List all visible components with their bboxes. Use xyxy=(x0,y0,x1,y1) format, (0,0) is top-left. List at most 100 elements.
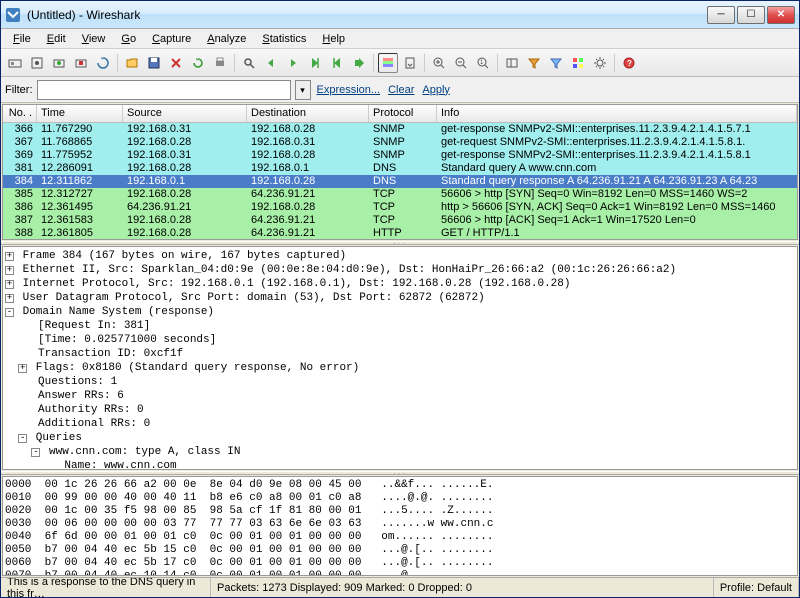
filter-dropdown-icon[interactable]: ▾ xyxy=(295,80,311,100)
splitter-2[interactable] xyxy=(1,471,799,475)
restart-capture-icon[interactable] xyxy=(93,53,113,73)
tree-node[interactable]: Transaction ID: 0xcf1f xyxy=(5,347,795,361)
packet-bytes[interactable]: 0000 00 1c 26 26 66 a2 00 0e 8e 04 d0 9e… xyxy=(2,476,798,576)
tree-node[interactable]: Additional RRs: 0 xyxy=(5,417,795,431)
tree-toggle-icon[interactable]: + xyxy=(5,280,14,289)
stop-capture-icon[interactable] xyxy=(71,53,91,73)
packet-row[interactable]: 38712.361583192.168.0.2864.236.91.21TCP5… xyxy=(3,214,797,227)
tree-node[interactable]: + User Datagram Protocol, Src Port: doma… xyxy=(5,291,795,305)
tree-node[interactable]: Questions: 1 xyxy=(5,375,795,389)
go-forward-icon[interactable] xyxy=(283,53,303,73)
colorize-icon[interactable] xyxy=(378,53,398,73)
zoom-out-icon[interactable] xyxy=(451,53,471,73)
packet-row[interactable]: 38512.312727192.168.0.2864.236.91.21TCP5… xyxy=(3,188,797,201)
menu-analyze[interactable]: Analyze xyxy=(199,31,254,47)
toolbar: 1 ? xyxy=(1,49,799,77)
expression-button[interactable]: Expression... xyxy=(315,84,383,96)
filter-label: Filter: xyxy=(5,84,33,96)
tree-node[interactable]: Authority RRs: 0 xyxy=(5,403,795,417)
tree-toggle-icon[interactable]: - xyxy=(5,308,14,317)
col-time[interactable]: Time xyxy=(37,105,123,122)
tree-node[interactable]: [Request In: 381] xyxy=(5,319,795,333)
reload-icon[interactable] xyxy=(188,53,208,73)
tree-toggle-icon[interactable]: + xyxy=(5,252,14,261)
start-capture-icon[interactable] xyxy=(49,53,69,73)
col-info[interactable]: Info xyxy=(437,105,797,122)
window-title: (Untitled) - Wireshark xyxy=(27,8,707,22)
svg-text:?: ? xyxy=(627,59,632,68)
tree-node[interactable]: + Frame 384 (167 bytes on wire, 167 byte… xyxy=(5,249,795,263)
tree-toggle-icon[interactable]: - xyxy=(31,448,40,457)
options-icon[interactable] xyxy=(27,53,47,73)
tree-node[interactable]: Answer RRs: 6 xyxy=(5,389,795,403)
menu-statistics[interactable]: Statistics xyxy=(254,31,314,47)
col-destination[interactable]: Destination xyxy=(247,105,369,122)
maximize-button[interactable]: ☐ xyxy=(737,6,765,24)
app-icon xyxy=(5,7,21,23)
packet-list-header[interactable]: No. . Time Source Destination Protocol I… xyxy=(3,105,797,123)
packet-details[interactable]: + Frame 384 (167 bytes on wire, 167 byte… xyxy=(2,246,798,470)
print-icon[interactable] xyxy=(210,53,230,73)
packet-row[interactable]: 36911.775952192.168.0.31192.168.0.28SNMP… xyxy=(3,149,797,162)
packet-list[interactable]: No. . Time Source Destination Protocol I… xyxy=(2,104,798,240)
zoom-reset-icon[interactable]: 1 xyxy=(473,53,493,73)
packet-row[interactable]: 36711.768865192.168.0.28192.168.0.31SNMP… xyxy=(3,136,797,149)
splitter-1[interactable] xyxy=(1,241,799,245)
col-protocol[interactable]: Protocol xyxy=(369,105,437,122)
col-source[interactable]: Source xyxy=(123,105,247,122)
tree-node[interactable]: + Flags: 0x8180 (Standard query response… xyxy=(5,361,795,375)
find-icon[interactable] xyxy=(239,53,259,73)
col-no[interactable]: No. . xyxy=(3,105,37,122)
app-window: (Untitled) - Wireshark ─ ☐ ✕ File Edit V… xyxy=(0,0,800,598)
capture-filters-icon[interactable] xyxy=(524,53,544,73)
save-icon[interactable] xyxy=(144,53,164,73)
open-icon[interactable] xyxy=(122,53,142,73)
menu-help[interactable]: Help xyxy=(314,31,353,47)
menu-file[interactable]: File xyxy=(5,31,39,47)
tree-node[interactable]: + Ethernet II, Src: Sparklan_04:d0:9e (0… xyxy=(5,263,795,277)
autoscroll-icon[interactable] xyxy=(400,53,420,73)
filter-toolbar: Filter: ▾ Expression... Clear Apply xyxy=(1,77,799,103)
go-to-icon[interactable] xyxy=(305,53,325,73)
display-filters-icon[interactable] xyxy=(546,53,566,73)
go-last-icon[interactable] xyxy=(349,53,369,73)
svg-text:1: 1 xyxy=(480,60,484,66)
close-button[interactable]: ✕ xyxy=(767,6,795,24)
menu-edit[interactable]: Edit xyxy=(39,31,74,47)
statusbar: This is a response to the DNS query in t… xyxy=(1,577,799,597)
interfaces-icon[interactable] xyxy=(5,53,25,73)
zoom-in-icon[interactable] xyxy=(429,53,449,73)
tree-node[interactable]: - www.cnn.com: type A, class IN xyxy=(5,445,795,459)
apply-button[interactable]: Apply xyxy=(420,84,452,96)
menubar: File Edit View Go Capture Analyze Statis… xyxy=(1,29,799,49)
help-icon[interactable]: ? xyxy=(619,53,639,73)
tree-node[interactable]: [Time: 0.025771000 seconds] xyxy=(5,333,795,347)
titlebar[interactable]: (Untitled) - Wireshark ─ ☐ ✕ xyxy=(1,1,799,29)
tree-node[interactable]: - Queries xyxy=(5,431,795,445)
go-back-icon[interactable] xyxy=(261,53,281,73)
coloring-rules-icon[interactable] xyxy=(568,53,588,73)
resize-columns-icon[interactable] xyxy=(502,53,522,73)
filter-input[interactable] xyxy=(37,80,291,100)
menu-capture[interactable]: Capture xyxy=(144,31,199,47)
status-packets: Packets: 1273 Displayed: 909 Marked: 0 D… xyxy=(211,578,714,597)
tree-toggle-icon[interactable]: - xyxy=(18,434,27,443)
clear-button[interactable]: Clear xyxy=(386,84,416,96)
tree-node[interactable]: + Internet Protocol, Src: 192.168.0.1 (1… xyxy=(5,277,795,291)
packet-row[interactable]: 38612.36149564.236.91.21192.168.0.28TCPh… xyxy=(3,201,797,214)
status-message: This is a response to the DNS query in t… xyxy=(1,578,211,597)
go-first-icon[interactable] xyxy=(327,53,347,73)
close-file-icon[interactable] xyxy=(166,53,186,73)
tree-toggle-icon[interactable]: + xyxy=(5,266,14,275)
packet-row[interactable]: 38112.286091192.168.0.28192.168.0.1DNSSt… xyxy=(3,162,797,175)
tree-toggle-icon[interactable]: + xyxy=(18,364,27,373)
menu-view[interactable]: View xyxy=(74,31,114,47)
preferences-icon[interactable] xyxy=(590,53,610,73)
tree-node[interactable]: - Domain Name System (response) xyxy=(5,305,795,319)
packet-row[interactable]: 38412.311862192.168.0.1192.168.0.28DNSSt… xyxy=(3,175,797,188)
menu-go[interactable]: Go xyxy=(113,31,144,47)
minimize-button[interactable]: ─ xyxy=(707,6,735,24)
status-profile: Profile: Default xyxy=(714,578,799,597)
tree-toggle-icon[interactable]: + xyxy=(5,294,14,303)
packet-row[interactable]: 36611.767290192.168.0.31192.168.0.28SNMP… xyxy=(3,123,797,136)
